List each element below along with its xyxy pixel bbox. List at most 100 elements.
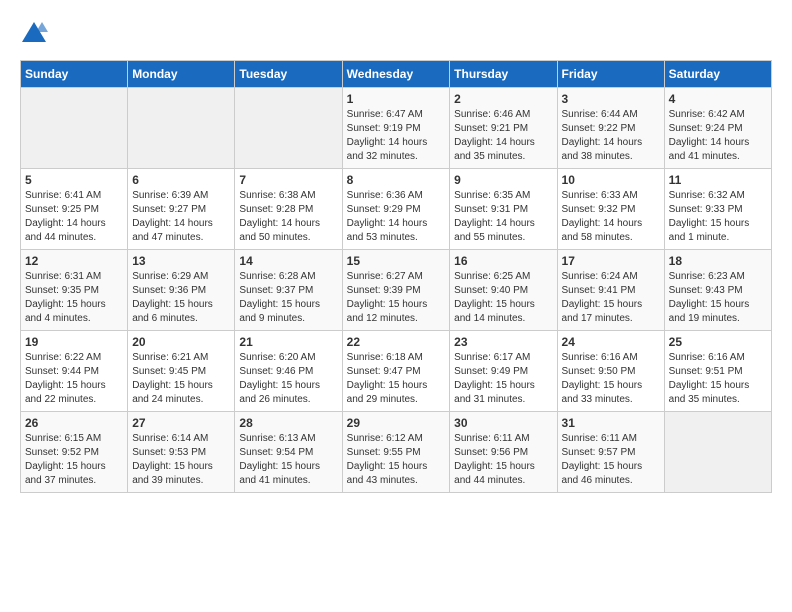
calendar-day-cell: 24 Sunrise: 6:16 AMSunset: 9:50 PMDayligh… [557, 331, 664, 412]
day-info: Sunrise: 6:44 AMSunset: 9:22 PMDaylight:… [562, 108, 660, 164]
calendar-week-row: 12Sunrise: 6:31 AMSunset: 9:35 PMDayligh… [21, 250, 772, 331]
calendar-day-cell: 25 Sunrise: 6:16 AMSunset: 9:51 PMDayligh… [664, 331, 771, 412]
day-number: 11 [669, 173, 767, 187]
day-number: 15 [347, 254, 446, 268]
weekday-header-cell: Thursday [450, 61, 557, 88]
weekday-header-cell: Tuesday [235, 61, 342, 88]
day-info: Sunrise: 6:11 AMSunset: 9:56 PMDaylight:… [454, 432, 552, 488]
weekday-header-cell: Monday [128, 61, 235, 88]
day-info: Sunrise: 6:28 AMSunset: 9:37 PMDaylight:… [239, 270, 337, 326]
calendar-day-cell: 23 Sunrise: 6:17 AMSunset: 9:49 PMDayligh… [450, 331, 557, 412]
calendar-day-cell: 26 Sunrise: 6:15 AMSunset: 9:52 PMDayligh… [21, 412, 128, 493]
calendar-day-cell: 14 Sunrise: 6:28 AMSunset: 9:37 PMDayligh… [235, 250, 342, 331]
day-number: 5 [25, 173, 123, 187]
day-number: 27 [132, 416, 230, 430]
day-info: Sunrise: 6:27 AMSunset: 9:39 PMDaylight:… [347, 270, 446, 326]
calendar-day-cell: 21 Sunrise: 6:20 AMSunset: 9:46 PMDayligh… [235, 331, 342, 412]
day-info: Sunrise: 6:35 AMSunset: 9:31 PMDaylight:… [454, 189, 552, 245]
calendar-day-cell: 20 Sunrise: 6:21 AMSunset: 9:45 PMDayligh… [128, 331, 235, 412]
day-info: Sunrise: 6:42 AMSunset: 9:24 PMDaylight:… [669, 108, 767, 164]
calendar-day-cell: 30 Sunrise: 6:11 AMSunset: 9:56 PMDayligh… [450, 412, 557, 493]
calendar-week-row: 26 Sunrise: 6:15 AMSunset: 9:52 PMDayligh… [21, 412, 772, 493]
calendar-day-cell: 19 Sunrise: 6:22 AMSunset: 9:44 PMDayligh… [21, 331, 128, 412]
calendar-day-cell: 4 Sunrise: 6:42 AMSunset: 9:24 PMDaylight… [664, 88, 771, 169]
calendar-day-cell: 3Sunrise: 6:44 AMSunset: 9:22 PMDaylight… [557, 88, 664, 169]
calendar-day-cell: 6 Sunrise: 6:39 AMSunset: 9:27 PMDaylight… [128, 169, 235, 250]
day-info: Sunrise: 6:29 AMSunset: 9:36 PMDaylight:… [132, 270, 230, 326]
calendar-week-row: 5 Sunrise: 6:41 AMSunset: 9:25 PMDaylight… [21, 169, 772, 250]
day-info: Sunrise: 6:12 AMSunset: 9:55 PMDaylight:… [347, 432, 446, 488]
day-number: 4 [669, 92, 767, 106]
day-info: Sunrise: 6:22 AMSunset: 9:44 PMDaylight:… [25, 351, 123, 407]
logo-icon [20, 20, 48, 44]
page-header [20, 20, 772, 44]
calendar-day-cell [664, 412, 771, 493]
day-number: 25 [669, 335, 767, 349]
calendar-day-cell: 18Sunrise: 6:23 AMSunset: 9:43 PMDayligh… [664, 250, 771, 331]
day-info: Sunrise: 6:18 AMSunset: 9:47 PMDaylight:… [347, 351, 446, 407]
day-info: Sunrise: 6:16 AMSunset: 9:51 PMDaylight:… [669, 351, 767, 407]
day-info: Sunrise: 6:15 AMSunset: 9:52 PMDaylight:… [25, 432, 123, 488]
calendar-table: SundayMondayTuesdayWednesdayThursdayFrid… [20, 60, 772, 493]
day-info: Sunrise: 6:11 AMSunset: 9:57 PMDaylight:… [562, 432, 660, 488]
day-number: 9 [454, 173, 552, 187]
day-info: Sunrise: 6:17 AMSunset: 9:49 PMDaylight:… [454, 351, 552, 407]
calendar-day-cell: 10 Sunrise: 6:33 AMSunset: 9:32 PMDayligh… [557, 169, 664, 250]
day-number: 21 [239, 335, 337, 349]
day-number: 19 [25, 335, 123, 349]
calendar-day-cell: 12Sunrise: 6:31 AMSunset: 9:35 PMDayligh… [21, 250, 128, 331]
day-number: 13 [132, 254, 230, 268]
day-info: Sunrise: 6:13 AMSunset: 9:54 PMDaylight:… [239, 432, 337, 488]
day-info: Sunrise: 6:46 AMSunset: 9:21 PMDaylight:… [454, 108, 552, 164]
day-number: 2 [454, 92, 552, 106]
day-info: Sunrise: 6:31 AMSunset: 9:35 PMDaylight:… [25, 270, 123, 326]
calendar-day-cell: 29 Sunrise: 6:12 AMSunset: 9:55 PMDayligh… [342, 412, 450, 493]
day-info: Sunrise: 6:20 AMSunset: 9:46 PMDaylight:… [239, 351, 337, 407]
day-info: Sunrise: 6:39 AMSunset: 9:27 PMDaylight:… [132, 189, 230, 245]
calendar-day-cell: 11 Sunrise: 6:32 AMSunset: 9:33 PMDayligh… [664, 169, 771, 250]
calendar-day-cell: 1 Sunrise: 6:47 AMSunset: 9:19 PMDaylight… [342, 88, 450, 169]
day-number: 14 [239, 254, 337, 268]
day-number: 31 [562, 416, 660, 430]
day-number: 28 [239, 416, 337, 430]
day-number: 24 [562, 335, 660, 349]
day-info: Sunrise: 6:21 AMSunset: 9:45 PMDaylight:… [132, 351, 230, 407]
calendar-day-cell [235, 88, 342, 169]
day-info: Sunrise: 6:32 AMSunset: 9:33 PMDaylight:… [669, 189, 767, 245]
calendar-day-cell: 16 Sunrise: 6:25 AMSunset: 9:40 PMDayligh… [450, 250, 557, 331]
day-info: Sunrise: 6:25 AMSunset: 9:40 PMDaylight:… [454, 270, 552, 326]
calendar-body: 1 Sunrise: 6:47 AMSunset: 9:19 PMDaylight… [21, 88, 772, 493]
calendar-week-row: 1 Sunrise: 6:47 AMSunset: 9:19 PMDaylight… [21, 88, 772, 169]
day-number: 10 [562, 173, 660, 187]
weekday-header-cell: Saturday [664, 61, 771, 88]
day-number: 20 [132, 335, 230, 349]
calendar-day-cell [128, 88, 235, 169]
calendar-day-cell: 22Sunrise: 6:18 AMSunset: 9:47 PMDayligh… [342, 331, 450, 412]
day-number: 30 [454, 416, 552, 430]
day-number: 6 [132, 173, 230, 187]
day-number: 29 [347, 416, 446, 430]
day-info: Sunrise: 6:36 AMSunset: 9:29 PMDaylight:… [347, 189, 446, 245]
day-info: Sunrise: 6:41 AMSunset: 9:25 PMDaylight:… [25, 189, 123, 245]
calendar-day-cell: 31 Sunrise: 6:11 AMSunset: 9:57 PMDayligh… [557, 412, 664, 493]
day-number: 16 [454, 254, 552, 268]
day-number: 1 [347, 92, 446, 106]
day-info: Sunrise: 6:38 AMSunset: 9:28 PMDaylight:… [239, 189, 337, 245]
day-info: Sunrise: 6:16 AMSunset: 9:50 PMDaylight:… [562, 351, 660, 407]
weekday-header-cell: Friday [557, 61, 664, 88]
calendar-day-cell: 15 Sunrise: 6:27 AMSunset: 9:39 PMDayligh… [342, 250, 450, 331]
day-number: 7 [239, 173, 337, 187]
day-number: 26 [25, 416, 123, 430]
logo [20, 20, 56, 44]
day-info: Sunrise: 6:47 AMSunset: 9:19 PMDaylight:… [347, 108, 446, 164]
calendar-day-cell: 17Sunrise: 6:24 AMSunset: 9:41 PMDayligh… [557, 250, 664, 331]
day-number: 8 [347, 173, 446, 187]
day-info: Sunrise: 6:33 AMSunset: 9:32 PMDaylight:… [562, 189, 660, 245]
calendar-week-row: 19 Sunrise: 6:22 AMSunset: 9:44 PMDayligh… [21, 331, 772, 412]
weekday-header-row: SundayMondayTuesdayWednesdayThursdayFrid… [21, 61, 772, 88]
calendar-day-cell: 13 Sunrise: 6:29 AMSunset: 9:36 PMDayligh… [128, 250, 235, 331]
weekday-header-cell: Wednesday [342, 61, 450, 88]
calendar-day-cell [21, 88, 128, 169]
calendar-day-cell: 7 Sunrise: 6:38 AMSunset: 9:28 PMDaylight… [235, 169, 342, 250]
day-number: 23 [454, 335, 552, 349]
